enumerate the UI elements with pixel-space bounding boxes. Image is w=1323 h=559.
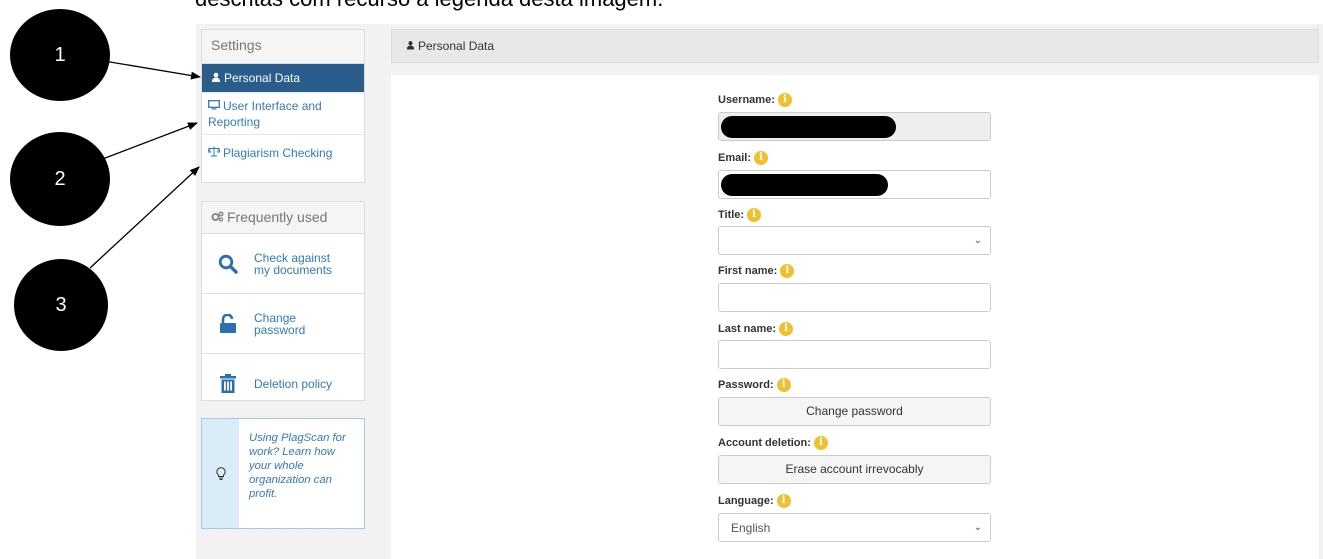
settings-item-personal-data[interactable]: Personal Data xyxy=(202,64,364,93)
image-caption: descritas com recurso à legenda desta im… xyxy=(195,0,663,10)
settings-panel: Settings Personal Data User Interface an… xyxy=(201,29,365,183)
password-label-text: Password: xyxy=(718,379,774,391)
chevron-down-icon: ⌄ xyxy=(973,235,982,246)
frequently-used-panel: Frequently used Check against my documen… xyxy=(201,201,365,401)
username-label: Username: i xyxy=(718,93,792,107)
info-icon[interactable]: i xyxy=(754,151,769,165)
annotation-marker-3: 3 xyxy=(14,259,108,351)
main-header: Personal Data xyxy=(391,29,1319,63)
first-name-label: First name: i xyxy=(718,264,795,278)
last-name-label: Last name: i xyxy=(718,322,794,336)
info-icon[interactable]: i xyxy=(813,436,828,450)
unlock-icon xyxy=(202,313,254,334)
info-icon[interactable]: i xyxy=(747,208,762,222)
settings-item-label: Plagiarism Checking xyxy=(223,146,333,160)
chevron-down-icon: ⌄ xyxy=(973,522,982,533)
title-label-text: Title: xyxy=(718,209,745,221)
email-field[interactable] xyxy=(718,170,991,199)
info-icon[interactable]: i xyxy=(777,93,792,107)
trash-icon xyxy=(202,374,254,394)
lightbulb-icon xyxy=(202,419,239,528)
settings-item-label: Personal Data xyxy=(224,71,301,85)
gears-icon xyxy=(211,202,224,232)
search-icon xyxy=(202,254,254,274)
freq-item-label: Deletion policy xyxy=(254,377,333,391)
user-icon xyxy=(406,30,415,62)
tip-text: Using PlagScan for work? Learn how your … xyxy=(249,432,346,500)
annotation-arrow-2 xyxy=(99,122,198,161)
language-label-text: Language: xyxy=(718,495,774,507)
monitor-icon xyxy=(208,98,220,114)
password-label: Password: i xyxy=(718,378,791,392)
language-select[interactable]: English ⌄ xyxy=(718,513,991,542)
account-deletion-label: Account deletion: i xyxy=(718,436,828,450)
frequently-used-title: Frequently used xyxy=(227,209,328,225)
annotation-marker-1: 1 xyxy=(10,9,110,101)
email-label-text: Email: xyxy=(718,152,752,164)
tip-box[interactable]: Using PlagScan for work? Learn how your … xyxy=(201,418,365,529)
last-name-field[interactable] xyxy=(718,340,991,369)
erase-account-button[interactable]: Erase account irrevocably xyxy=(718,455,991,484)
settings-item-user-interface[interactable]: User Interface and Reporting xyxy=(202,93,364,135)
info-icon[interactable]: i xyxy=(776,494,791,508)
freq-item-deletion-policy[interactable]: Deletion policy xyxy=(202,354,364,414)
settings-item-plagiarism-checking[interactable]: Plagiarism Checking xyxy=(202,135,364,171)
settings-header: Settings xyxy=(202,30,364,64)
info-icon[interactable]: i xyxy=(776,378,791,392)
last-name-label-text: Last name: xyxy=(718,323,777,335)
freq-item-label: Change password xyxy=(254,310,306,337)
annotation-marker-2: 2 xyxy=(10,132,110,226)
redaction-mark xyxy=(721,116,896,138)
form-card xyxy=(391,75,1319,559)
username-label-text: Username: xyxy=(718,94,775,106)
first-name-field[interactable] xyxy=(718,283,991,312)
freq-item-label: Check against my documents xyxy=(254,250,333,277)
frequently-used-header: Frequently used xyxy=(202,202,364,234)
language-select-value: English xyxy=(731,521,771,535)
username-field xyxy=(718,112,991,141)
first-name-label-text: First name: xyxy=(718,265,778,277)
account-deletion-label-text: Account deletion: xyxy=(718,437,811,449)
language-label: Language: i xyxy=(718,494,791,508)
info-icon[interactable]: i xyxy=(779,322,794,336)
annotation-arrow-1 xyxy=(97,59,201,80)
title-label: Title: i xyxy=(718,208,762,222)
info-icon[interactable]: i xyxy=(780,264,795,278)
email-label: Email: i xyxy=(718,151,769,165)
scale-icon xyxy=(207,135,221,171)
freq-item-change-password[interactable]: Change password xyxy=(202,294,364,354)
title-select[interactable]: ⌄ xyxy=(718,226,991,255)
redaction-mark xyxy=(721,174,888,196)
change-password-button[interactable]: Change password xyxy=(718,397,991,426)
freq-item-check-documents[interactable]: Check against my documents xyxy=(202,234,364,294)
page-title: Personal Data xyxy=(418,39,495,53)
user-icon xyxy=(211,64,221,93)
settings-item-label: User Interface and Reporting xyxy=(208,99,322,129)
